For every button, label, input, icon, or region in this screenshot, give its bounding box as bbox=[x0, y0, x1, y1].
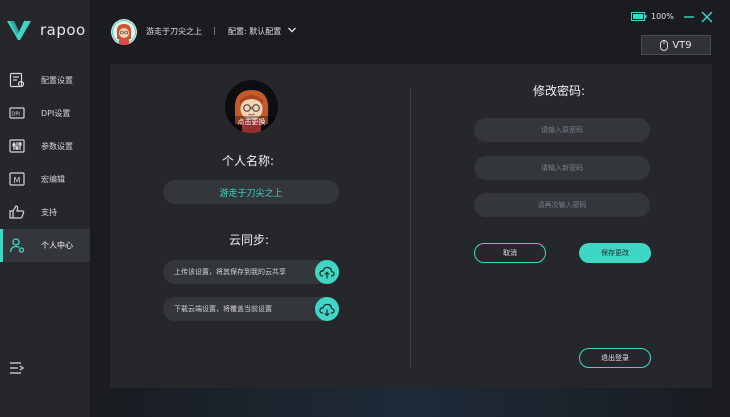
menu-collapse-icon[interactable] bbox=[9, 360, 25, 376]
device-selector-button[interactable]: VT9 bbox=[641, 35, 711, 55]
sidebar-item-dpi[interactable]: DPI DPI设置 bbox=[0, 97, 90, 130]
sidebar-item-label: 参数设置 bbox=[41, 142, 73, 151]
old-password-input[interactable] bbox=[474, 118, 650, 142]
sidebar-item-macro[interactable]: M 宏编辑 bbox=[0, 163, 90, 196]
topbar-username: 游走于刀尖之上 bbox=[146, 27, 202, 36]
rapoo-logo-mark-icon bbox=[7, 21, 31, 40]
minimize-icon[interactable] bbox=[683, 11, 695, 23]
sidebar-item-label: 个人中心 bbox=[41, 241, 73, 250]
chevron-down-icon[interactable] bbox=[287, 25, 297, 35]
topbar-avatar[interactable] bbox=[111, 19, 137, 45]
change-password-heading: 修改密码: bbox=[533, 84, 586, 98]
panel-divider bbox=[410, 88, 411, 368]
user-center-icon bbox=[9, 238, 25, 253]
battery-icon bbox=[631, 12, 647, 21]
cloud-sync-heading: 云同步: bbox=[229, 233, 270, 247]
logo-text: rapoo bbox=[40, 21, 86, 39]
cancel-button[interactable]: 取消 bbox=[474, 243, 546, 263]
change-avatar-label: 点击更换 bbox=[237, 118, 266, 126]
cloud-download-button[interactable] bbox=[315, 297, 339, 321]
mouse-icon bbox=[660, 39, 669, 51]
profile-settings-icon bbox=[9, 72, 25, 88]
cloud-upload-icon bbox=[319, 266, 335, 278]
new-password-input[interactable] bbox=[474, 156, 650, 180]
sidebar-item-parameters[interactable]: 参数设置 bbox=[0, 130, 90, 163]
upload-settings-button[interactable]: 上传该设置，将其保存到我的云共享 bbox=[163, 260, 339, 284]
profile-avatar[interactable]: 点击更换 bbox=[225, 80, 278, 133]
thumbs-up-icon bbox=[9, 205, 25, 219]
battery-percentage: 100% bbox=[651, 12, 674, 21]
sidebar-item-label: DPI设置 bbox=[41, 109, 71, 118]
macro-icon: M bbox=[9, 172, 25, 186]
logout-button[interactable]: 退出登录 bbox=[579, 348, 651, 368]
config-selector-label[interactable]: 配置: 默认配置 bbox=[228, 26, 281, 37]
download-settings-button[interactable]: 下载云端设置，将覆盖当前设置 bbox=[163, 297, 339, 321]
personal-name-field[interactable]: 游走于刀尖之上 bbox=[163, 180, 339, 204]
background-decoration bbox=[90, 388, 730, 417]
sidebar-item-user-center[interactable]: 个人中心 bbox=[0, 229, 90, 262]
sidebar-item-label: 支持 bbox=[41, 208, 57, 217]
device-name: VT9 bbox=[672, 39, 692, 51]
cloud-download-icon bbox=[319, 303, 335, 316]
dpi-icon: DPI bbox=[9, 107, 25, 119]
svg-text:DPI: DPI bbox=[12, 112, 20, 118]
user-center-panel bbox=[110, 64, 712, 388]
avatar-image bbox=[111, 19, 137, 45]
download-settings-label: 下载云端设置，将覆盖当前设置 bbox=[174, 305, 272, 313]
close-icon[interactable] bbox=[701, 11, 713, 23]
svg-text:M: M bbox=[14, 176, 21, 185]
save-changes-button[interactable]: 保存更改 bbox=[579, 243, 651, 263]
confirm-password-input[interactable] bbox=[474, 193, 650, 217]
sidebar-item-support[interactable]: 支持 bbox=[0, 196, 90, 229]
topbar-separator: | bbox=[213, 26, 216, 35]
cloud-upload-button[interactable] bbox=[315, 260, 339, 284]
parameters-icon bbox=[9, 139, 25, 153]
sidebar-item-profile-settings[interactable]: 配置设置 bbox=[0, 64, 90, 97]
sidebar-item-label: 配置设置 bbox=[41, 76, 73, 85]
rapoo-logo: rapoo bbox=[6, 18, 86, 42]
sidebar-nav: 配置设置 DPI DPI设置 参数设置 M 宏编辑 支持 个人中心 bbox=[0, 64, 90, 262]
sidebar-item-label: 宏编辑 bbox=[41, 175, 65, 184]
personal-name-heading: 个人名称: bbox=[222, 154, 275, 168]
upload-settings-label: 上传该设置，将其保存到我的云共享 bbox=[174, 268, 286, 276]
sidebar: rapoo 配置设置 DPI DPI设置 参数设置 M 宏编辑 支持 个人中心 bbox=[0, 0, 90, 417]
